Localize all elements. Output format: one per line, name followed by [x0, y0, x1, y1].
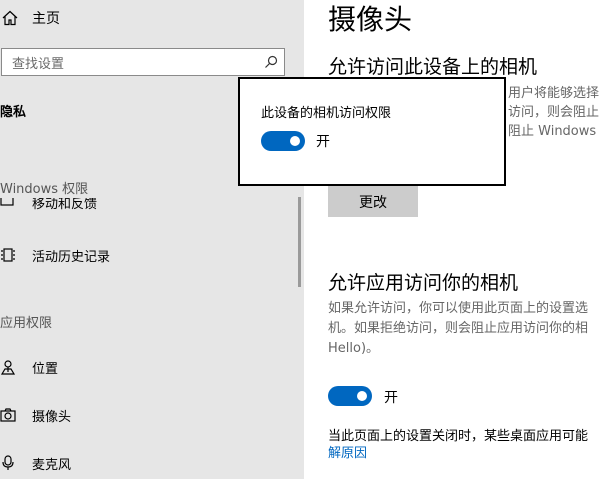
sidebar-item-label: 摄像头 [32, 409, 72, 425]
camera-access-popup: 此设备的相机访问权限 开 [238, 77, 506, 186]
apps-description-line: 如果允许访问，你可以使用此页面上的设置选 [328, 301, 589, 316]
sidebar-home-label: 主页 [32, 11, 60, 27]
change-button[interactable]: 更改 [328, 186, 418, 217]
chat-icon [0, 198, 16, 210]
sidebar-item-camera[interactable]: 摄像头 [0, 404, 71, 426]
page-title: 摄像头 [328, 3, 413, 36]
toggle-knob [357, 391, 367, 401]
device-description-line: 阻止 Windows H [508, 124, 600, 139]
windows-permissions-heading: Windows 权限 [0, 182, 89, 197]
sidebar-item-location[interactable]: 位置 [0, 356, 58, 378]
sidebar-item-label: 移动和反馈 [32, 198, 98, 212]
popup-toggle-label: 开 [316, 134, 330, 150]
search-icon[interactable] [264, 55, 278, 69]
apps-toggle-label: 开 [384, 390, 398, 406]
microphone-icon [0, 455, 16, 471]
app-permissions-heading: 应用权限 [0, 316, 53, 331]
sidebar-home[interactable]: 主页 [0, 6, 60, 30]
search-input[interactable]: 查找设置 [12, 53, 64, 72]
sidebar-item-feedback[interactable]: 移动和反馈 [0, 198, 97, 214]
sidebar-item-label: 麦克风 [32, 457, 72, 473]
apps-camera-toggle[interactable] [328, 386, 372, 406]
camera-icon [0, 407, 16, 423]
activity-history-icon [0, 247, 16, 263]
home-icon [1, 9, 19, 27]
device-description-line: 用户将能够选择 [508, 86, 600, 101]
search-box[interactable]: 查找设置 [1, 48, 285, 76]
sidebar-item-label: 位置 [32, 361, 59, 377]
allow-device-heading: 允许访问此设备上的相机 [328, 56, 538, 78]
device-camera-toggle[interactable] [261, 131, 305, 151]
location-icon [0, 359, 16, 375]
sidebar-item-activity-history[interactable]: 活动历史记录 [0, 244, 110, 266]
toggle-knob [290, 136, 300, 146]
sidebar-item-label: 活动历史记录 [32, 249, 111, 265]
apps-description-line: Hello)。 [328, 341, 380, 356]
allow-apps-heading: 允许应用访问你的相机 [328, 272, 519, 294]
sidebar-scrollbar[interactable] [298, 197, 301, 287]
popup-title: 此设备的相机访问权限 [261, 106, 392, 121]
device-description-line: 访问，则会阻止 [508, 105, 600, 120]
apps-description-line: 机。如果拒绝访问，则会阻止应用访问你的相 [328, 321, 589, 336]
learn-why-link[interactable]: 解原因 [328, 442, 367, 461]
sidebar: 主页 查找设置 隐私 Windows 权限 移动和反馈 活动历史记录 应用权限 … [0, 0, 304, 479]
privacy-heading: 隐私 [0, 105, 27, 120]
main-content: 摄像头 允许访问此设备上的相机 用户将能够选择 访问，则会阻止 阻止 Windo… [304, 0, 600, 479]
sidebar-item-microphone[interactable]: 麦克风 [0, 452, 71, 474]
